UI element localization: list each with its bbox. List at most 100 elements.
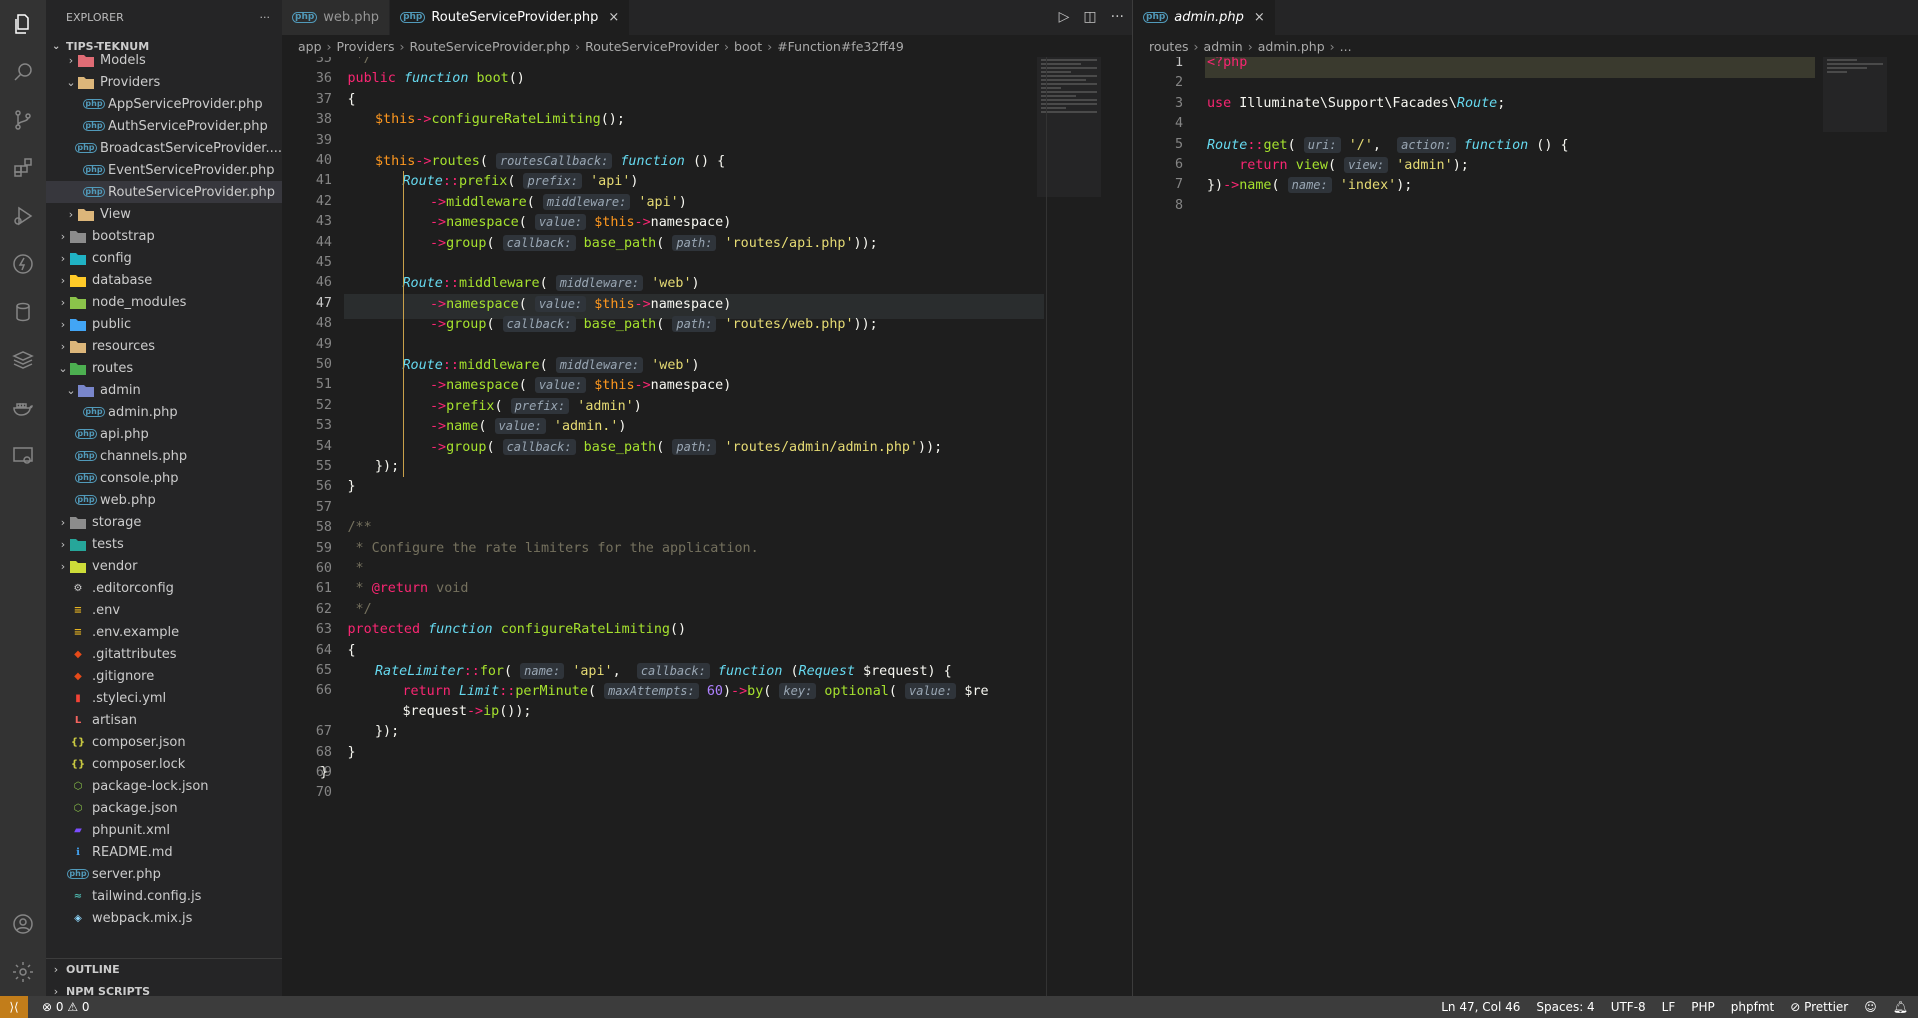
tree-item[interactable]: › bootstrap	[46, 225, 282, 247]
tree-item[interactable]: php server.php	[46, 863, 282, 885]
code-line: {	[347, 91, 356, 107]
tree-item[interactable]: ≡ .env.example	[46, 621, 282, 643]
breadcrumb-item[interactable]: ...	[1340, 39, 1352, 54]
tree-item[interactable]: php api.php	[46, 423, 282, 445]
database-icon[interactable]	[0, 288, 46, 336]
tree-item[interactable]: ≈ tailwind.config.js	[46, 885, 282, 907]
tree-item[interactable]: ⬡ package-lock.json	[46, 775, 282, 797]
line-ending[interactable]: LF	[1662, 1000, 1676, 1014]
tree-item[interactable]: › storage	[46, 511, 282, 533]
outline-section[interactable]: › OUTLINE	[46, 958, 282, 980]
breadcrumb-item[interactable]: admin	[1204, 39, 1243, 54]
tree-item-label: console.php	[100, 470, 179, 486]
tree-item[interactable]: ◆ .gitattributes	[46, 643, 282, 665]
notifications-bell-icon[interactable]: 🔔︎	[1893, 1000, 1908, 1014]
tab-web-php[interactable]: php web.php	[282, 0, 391, 35]
stack-icon[interactable]	[0, 336, 46, 384]
tree-item[interactable]: › config	[46, 247, 282, 269]
tree-item[interactable]: php EventServiceProvider.php	[46, 159, 282, 181]
feedback-icon[interactable]: ☺	[1864, 1000, 1877, 1014]
minimap[interactable]	[1823, 57, 1887, 132]
tree-item[interactable]: ⌄ admin	[46, 379, 282, 401]
docker-icon[interactable]	[0, 384, 46, 432]
tree-item[interactable]: ≡ .env	[46, 599, 282, 621]
tree-item[interactable]: › node_modules	[46, 291, 282, 313]
tree-item[interactable]: ⌄ routes	[46, 357, 282, 379]
run-icon[interactable]: ▷	[1059, 9, 1070, 25]
tree-item[interactable]: › View	[46, 203, 282, 225]
php-icon: php	[75, 473, 97, 483]
close-icon[interactable]: ×	[1254, 10, 1265, 25]
tree-item-label: resources	[92, 338, 156, 354]
breadcrumb-item[interactable]: admin.php	[1258, 39, 1325, 54]
tree-item[interactable]: ⌄ Providers	[46, 71, 282, 93]
settings-gear-icon[interactable]	[0, 948, 46, 996]
code-line: Route::prefix( prefix: 'api')	[402, 173, 639, 190]
tree-item[interactable]: › resources	[46, 335, 282, 357]
tree-item[interactable]: {} composer.json	[46, 731, 282, 753]
tree-item[interactable]: ⬡ package.json	[46, 797, 282, 819]
breadcrumb-item[interactable]: Providers	[337, 39, 395, 54]
tree-item[interactable]: ◈ webpack.mix.js	[46, 907, 282, 929]
code-line: return Limit::perMinute( maxAttempts: 60…	[402, 683, 989, 700]
formatter[interactable]: phpfmt	[1731, 1000, 1774, 1014]
tree-item[interactable]: › tests	[46, 533, 282, 555]
tree-item[interactable]: ⚙ .editorconfig	[46, 577, 282, 599]
cursor-position[interactable]: Ln 47, Col 46	[1441, 1000, 1520, 1014]
breadcrumb-item[interactable]: RouteServiceProvider	[585, 39, 719, 54]
tab-admin-php[interactable]: php admin.php ×	[1133, 0, 1276, 35]
indentation[interactable]: Spaces: 4	[1536, 1000, 1594, 1014]
tree-item[interactable]: php RouteServiceProvider.php	[46, 181, 282, 203]
tree-item[interactable]: {} composer.lock	[46, 753, 282, 775]
split-editor-icon[interactable]: ◫	[1083, 9, 1096, 25]
breadcrumb-item[interactable]: app	[298, 39, 322, 54]
account-icon[interactable]	[0, 900, 46, 948]
run-debug-icon[interactable]	[0, 192, 46, 240]
tree-item[interactable]: php BroadcastServiceProvider....	[46, 137, 282, 159]
scrollbar-track[interactable]	[1046, 57, 1047, 996]
node-icon: ⬡	[73, 802, 83, 814]
tree-item[interactable]: › vendor	[46, 555, 282, 577]
breadcrumb-item[interactable]: RouteServiceProvider.php	[410, 39, 571, 54]
php-icon: php	[83, 99, 105, 109]
bolt-icon[interactable]	[0, 240, 46, 288]
tree-item[interactable]: ▮ .styleci.yml	[46, 687, 282, 709]
breadcrumb-item[interactable]: routes	[1149, 39, 1189, 54]
tree-item[interactable]: php console.php	[46, 467, 282, 489]
tree-item[interactable]: php AppServiceProvider.php	[46, 93, 282, 115]
tree-item[interactable]: ℹ README.md	[46, 841, 282, 863]
tree-item[interactable]: php admin.php	[46, 401, 282, 423]
tree-item[interactable]: Lartisan	[46, 709, 282, 731]
tree-item[interactable]: php channels.php	[46, 445, 282, 467]
tree-item[interactable]: ◆ .gitignore	[46, 665, 282, 687]
code-line: * Configure the rate limiters for the ap…	[347, 540, 759, 556]
tree-item-label: .editorconfig	[92, 580, 174, 596]
code-area[interactable]: 35 */ 36 public function boot() 37 {38 $this-…	[282, 57, 1132, 996]
tree-item[interactable]: › Models	[46, 53, 282, 71]
remote-indicator-icon[interactable]: ⟩⟨	[0, 996, 28, 1018]
more-actions-icon[interactable]: ···	[260, 11, 271, 24]
tree-item[interactable]: › database	[46, 269, 282, 291]
tree-item[interactable]: php AuthServiceProvider.php	[46, 115, 282, 137]
folder-icon	[78, 383, 94, 397]
more-icon[interactable]: ···	[1111, 9, 1124, 25]
search-icon[interactable]	[0, 48, 46, 96]
extensions-icon[interactable]	[0, 144, 46, 192]
encoding[interactable]: UTF-8	[1611, 1000, 1646, 1014]
problems-indicator[interactable]: ⊗ 0 ⚠ 0	[42, 1000, 90, 1014]
code-area[interactable]: 1 <?php 2 3 use Illuminate\Support\Facades\R…	[1133, 57, 1918, 996]
breadcrumb-item[interactable]: boot	[734, 39, 762, 54]
source-control-icon[interactable]	[0, 96, 46, 144]
tab-route-service-provider[interactable]: php RouteServiceProvider.php ×	[390, 0, 631, 35]
tree-item[interactable]: ▰ phpunit.xml	[46, 819, 282, 841]
remote-explorer-icon[interactable]	[0, 432, 46, 480]
files-icon[interactable]	[0, 0, 46, 48]
breadcrumb-item[interactable]: #Function#fe32ff49	[777, 39, 904, 54]
tree-item[interactable]: › public	[46, 313, 282, 335]
webpack-icon: ◈	[74, 912, 82, 924]
prettier-status[interactable]: ⊘ Prettier	[1790, 1000, 1848, 1014]
tree-item[interactable]: php web.php	[46, 489, 282, 511]
close-icon[interactable]: ×	[608, 10, 619, 25]
language-mode[interactable]: PHP	[1691, 1000, 1715, 1014]
breadcrumb-separator: ›	[575, 38, 581, 54]
